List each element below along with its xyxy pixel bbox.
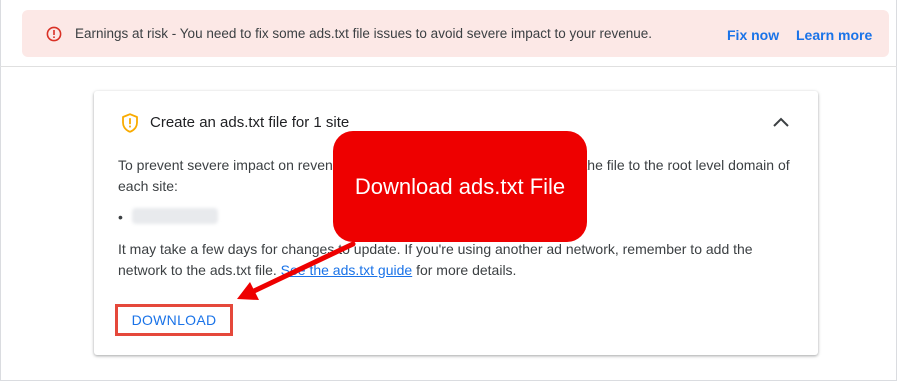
chevron-up-icon[interactable] — [772, 115, 790, 129]
download-button[interactable]: DOWNLOAD — [115, 304, 233, 336]
earnings-alert-banner: Earnings at risk - You need to fix some … — [22, 10, 889, 57]
divider — [0, 66, 897, 67]
bullet: • — [118, 209, 123, 225]
card-note: It may take a few days for changes to up… — [118, 239, 798, 281]
card-title: Create an ads.txt file for 1 site — [150, 114, 350, 131]
annotation-callout: Download ads.txt File — [333, 131, 587, 242]
fix-now-link[interactable]: Fix now — [727, 27, 779, 43]
ads-txt-guide-link[interactable]: See the ads.txt guide — [281, 262, 413, 278]
alert-message: Earnings at risk - You need to fix some … — [75, 26, 653, 41]
note-text-end: for more details. — [416, 262, 517, 278]
shield-warning-icon — [121, 113, 139, 133]
redacted-site-domain — [132, 208, 218, 224]
learn-more-link[interactable]: Learn more — [796, 27, 872, 43]
error-icon — [46, 26, 62, 42]
callout-text: Download ads.txt File — [354, 173, 566, 199]
